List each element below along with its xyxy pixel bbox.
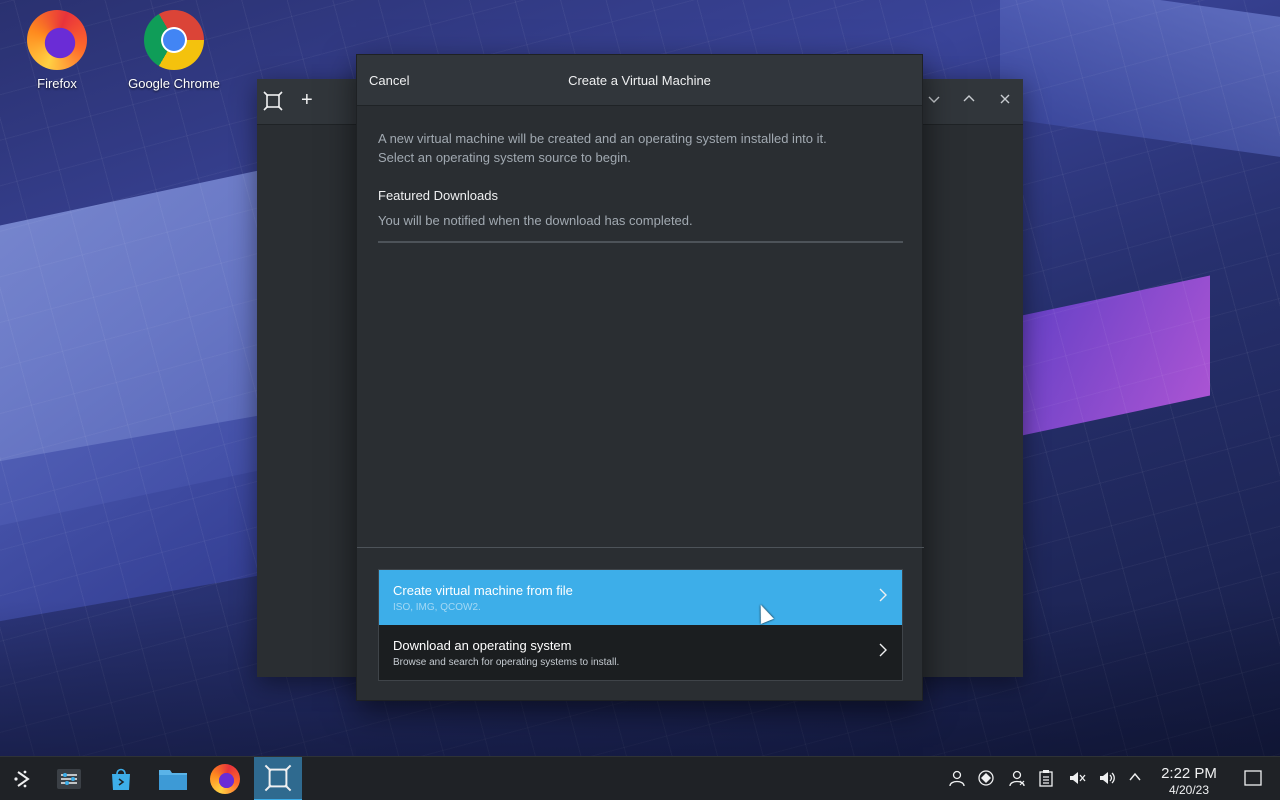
firefox-icon [27,10,87,70]
application-launcher-icon[interactable] [0,757,46,800]
taskbar: 2:22 PM 4/20/23 [0,756,1280,800]
show-desktop-icon[interactable] [1244,769,1262,792]
dialog-title: Create a Virtual Machine [568,73,711,88]
expand-tray-icon[interactable] [1127,769,1143,790]
network-icon[interactable] [977,769,995,792]
clock-time: 2:22 PM [1161,765,1217,782]
desktop-icon-chrome[interactable]: Google Chrome [119,10,229,91]
featured-downloads-subtitle: You will be notified when the download h… [378,213,693,228]
option-subtitle: ISO, IMG, QCOW2. [393,602,481,613]
desktop-icon-label: Google Chrome [128,76,220,91]
intro-line: A new virtual machine will be created an… [378,131,827,146]
chevron-right-icon [878,588,888,605]
dialog-header: Cancel Create a Virtual Machine [357,55,922,106]
create-from-file-option[interactable]: Create virtual machine from file ISO, IM… [379,570,902,625]
minimize-icon[interactable] [927,92,941,111]
settings-icon[interactable] [46,757,92,800]
dialog-intro: A new virtual machine will be created an… [378,129,898,167]
maximize-icon[interactable] [962,92,976,111]
gnome-boxes-icon[interactable] [254,757,302,800]
option-title: Create virtual machine from file [393,583,573,598]
clock-date: 4/20/23 [1168,783,1210,797]
firefox-icon[interactable] [202,757,248,800]
close-icon[interactable] [998,92,1012,111]
intro-line: Select an operating system source to beg… [378,150,631,165]
chrome-icon [144,10,204,70]
volume-muted-icon[interactable] [1068,769,1086,792]
app-icon [263,91,283,116]
clock[interactable]: 2:22 PM 4/20/23 [1154,765,1224,797]
option-subtitle: Browse and search for operating systems … [393,657,620,668]
file-manager-icon[interactable] [150,757,196,800]
chevron-right-icon [878,643,888,660]
source-options-list: Create virtual machine from file ISO, IM… [378,569,903,681]
accounts-icon[interactable] [1008,769,1026,792]
featured-downloads-heading: Featured Downloads [378,188,498,203]
divider [378,241,903,243]
clipboard-icon[interactable] [1037,769,1055,792]
create-vm-dialog: Cancel Create a Virtual Machine A new vi… [356,54,924,701]
divider [357,547,924,548]
volume-icon[interactable] [1098,769,1116,792]
desktop-icon-firefox[interactable]: Firefox [2,10,112,91]
option-title: Download an operating system [393,638,572,653]
download-os-option[interactable]: Download an operating system Browse and … [379,625,902,680]
desktop-icon-label: Firefox [37,76,77,91]
add-icon[interactable]: + [301,89,313,112]
user-icon[interactable] [948,769,966,792]
discover-store-icon[interactable] [98,757,144,800]
